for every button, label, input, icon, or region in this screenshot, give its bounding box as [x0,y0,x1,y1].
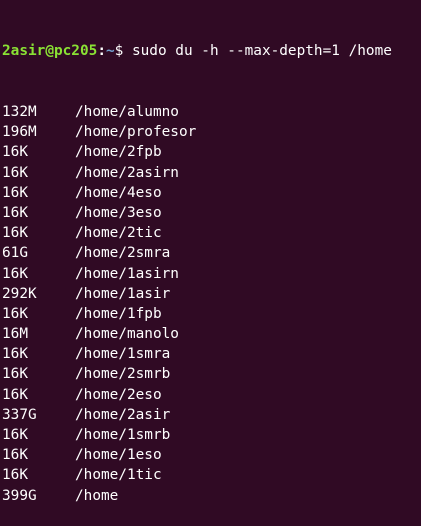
directory-path: /home/1fpb [75,305,162,322]
command-line: 2asir@pc205:~$ sudo du -h --max-depth=1 … [2,41,421,61]
directory-path: /home/2smrb [75,366,171,383]
output-row: 16K/home/1fpb [2,304,421,324]
disk-usage-size: 16K [2,265,28,282]
output-row: 16K/home/2smrb [2,364,421,384]
output-row: 16K/home/1eso [2,445,421,465]
directory-path: /home/manolo [75,326,179,343]
disk-usage-size: 196M [2,124,37,141]
prompt-symbol: $ [114,43,132,60]
output-row: 16K/home/1asirn [2,264,421,284]
directory-path: /home/2fpb [75,144,162,161]
disk-usage-size: 292K [2,285,37,302]
prompt-separator: : [97,43,106,60]
output-row: 16K/home/2fpb [2,142,421,162]
disk-usage-size: 16K [2,144,28,161]
directory-path: /home/alumno [75,104,179,120]
output-row: 16K/home/2tic [2,223,421,243]
terminal-window[interactable]: 2asir@pc205:~$ sudo du -h --max-depth=1 … [0,0,421,504]
disk-usage-size: 16K [2,184,28,201]
command-text: sudo du -h --max-depth=1 /home [131,43,392,60]
disk-usage-size: 399G [2,487,37,504]
output-row: 337G/home/2asir [2,405,421,425]
directory-path: /home/2asirn [75,164,179,181]
output-row: 16K/home/1smra [2,344,421,364]
disk-usage-size: 16K [2,204,28,221]
directory-path: /home/1tic [75,467,162,484]
directory-path: /home/2asir [75,406,171,423]
directory-path: /home/3eso [75,204,162,221]
output-row: 132M/home/alumno [2,102,421,122]
output-row: 292K/home/1asir [2,284,421,304]
output-row: 196M/home/profesor [2,122,421,142]
directory-path: /home/1asir [75,285,171,302]
directory-path: /home/4eso [75,184,162,201]
directory-path: /home/2tic [75,225,162,242]
disk-usage-size: 16K [2,386,28,403]
directory-path: /home/1eso [75,447,162,464]
output-row: 16K/home/2eso [2,385,421,405]
output-row: 16K/home/1smrb [2,425,421,445]
output-row: 16K/home/1tic [2,465,421,485]
disk-usage-size: 16K [2,366,28,383]
disk-usage-size: 16K [2,447,28,464]
prompt-user-host: 2asir@pc205 [2,43,98,60]
output-row: 399G/home [2,486,421,506]
disk-usage-size: 16K [2,467,28,484]
output-row: 16K/home/4eso [2,183,421,203]
output-row: 16K/home/3eso [2,203,421,223]
command-output: 132M/home/alumno 196M/home/profesor 16K/ho… [2,102,421,506]
directory-path: /home [75,487,119,504]
prompt-path: ~ [105,43,115,60]
disk-usage-size: 16K [2,225,28,242]
directory-path: /home/1smrb [75,427,171,443]
directory-path: /home/1asirn [75,265,179,282]
directory-path: /home/1smra [75,346,171,363]
disk-usage-size: 337G [2,406,37,423]
directory-path: /home/profesor [75,124,197,141]
disk-usage-size: 16K [2,164,28,181]
output-row: 16K/home/2asirn [2,163,421,183]
disk-usage-size: 16K [2,427,28,443]
directory-path: /home/2eso [75,386,162,403]
disk-usage-size: 61G [2,245,28,262]
disk-usage-size: 16M [2,326,28,343]
output-row: 61G/home/2smra [2,243,421,263]
disk-usage-size: 16K [2,305,28,322]
directory-path: /home/2smra [75,245,171,262]
disk-usage-size: 16K [2,346,28,363]
disk-usage-size: 132M [2,104,37,120]
output-row: 16M/home/manolo [2,324,421,344]
